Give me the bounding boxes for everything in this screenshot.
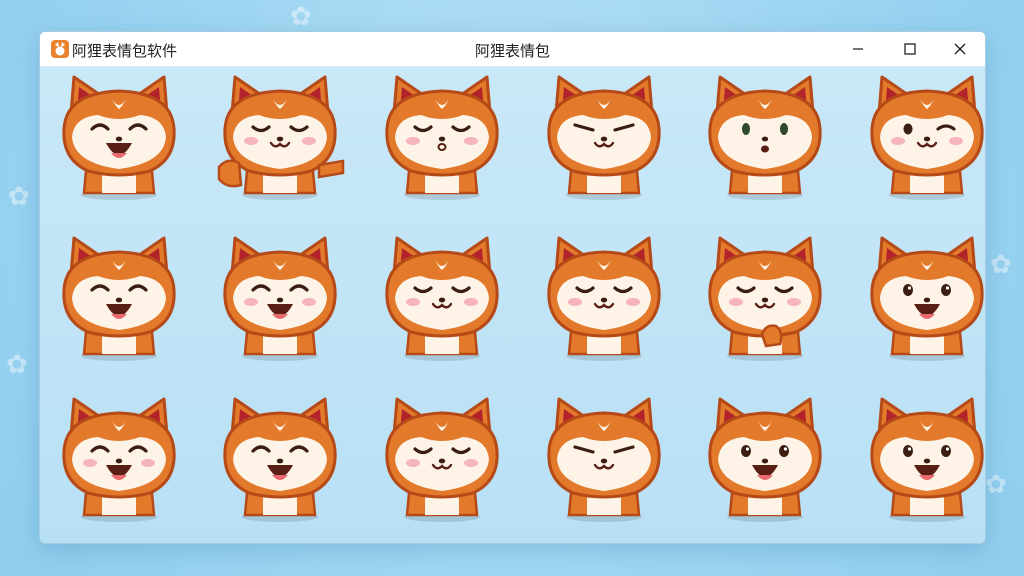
app-name-label: 阿狸表情包软件	[72, 42, 178, 60]
sticker-smug[interactable]	[539, 67, 669, 207]
fox-sticker-icon	[547, 236, 661, 361]
fox-sticker-icon	[708, 75, 822, 200]
fox-sticker-icon	[870, 75, 984, 200]
title-bar[interactable]: 阿狸表情包软件 阿狸表情包	[40, 32, 985, 67]
fox-sticker-icon	[870, 236, 984, 361]
sticker-big-laugh[interactable]	[54, 389, 184, 529]
sticker-smile[interactable]	[54, 228, 184, 368]
sticker-cheerful[interactable]	[862, 228, 985, 368]
sticker-squint-laugh[interactable]	[215, 228, 345, 368]
maximize-icon	[904, 43, 916, 55]
app-window: 阿狸表情包软件 阿狸表情包	[39, 31, 986, 544]
sticker-wink[interactable]	[862, 67, 985, 207]
fox-sticker-icon	[217, 75, 345, 200]
fox-sticker-icon	[223, 397, 337, 522]
sticker-blush-smile[interactable]	[539, 228, 669, 368]
sticker-grin[interactable]	[215, 389, 345, 529]
fox-sticker-icon	[708, 236, 822, 361]
sticker-delighted[interactable]	[862, 389, 985, 529]
minimize-button[interactable]	[835, 32, 881, 66]
paw-decoration-icon: ✿	[6, 350, 28, 380]
fox-sticker-icon	[62, 75, 176, 200]
fox-sticker-icon	[385, 236, 499, 361]
fox-sticker-icon	[62, 397, 176, 522]
sticker-content[interactable]	[377, 228, 507, 368]
close-icon	[954, 43, 966, 55]
sticker-laughing[interactable]	[54, 67, 184, 207]
sticker-tongue[interactable]	[700, 389, 830, 529]
fox-sticker-icon	[223, 236, 337, 361]
sticker-shy-wink[interactable]	[700, 228, 830, 368]
close-button[interactable]	[937, 32, 983, 66]
maximize-button[interactable]	[887, 32, 933, 66]
paw-decoration-icon: ✿	[990, 250, 1012, 280]
paw-decoration-icon: ✿	[8, 182, 30, 212]
paw-decoration-icon: ✿	[290, 2, 312, 32]
sticker-peaceful[interactable]	[377, 389, 507, 529]
fox-sticker-icon	[385, 397, 499, 522]
fox-sticker-icon	[547, 397, 661, 522]
paw-decoration-icon: ✿	[985, 470, 1007, 500]
fox-sticker-icon	[870, 397, 984, 522]
sticker-happy-wave[interactable]	[215, 67, 345, 207]
fox-sticker-icon	[385, 75, 499, 200]
fox-sticker-icon	[547, 75, 661, 200]
sticker-surprised[interactable]	[700, 67, 830, 207]
sticker-cheeky[interactable]	[539, 389, 669, 529]
sticker-blush-whistle[interactable]	[377, 67, 507, 207]
sticker-grid	[40, 67, 985, 543]
minimize-icon	[853, 48, 863, 50]
fox-sticker-icon	[708, 397, 822, 522]
fox-app-icon	[51, 40, 69, 58]
fox-sticker-icon	[62, 236, 176, 361]
